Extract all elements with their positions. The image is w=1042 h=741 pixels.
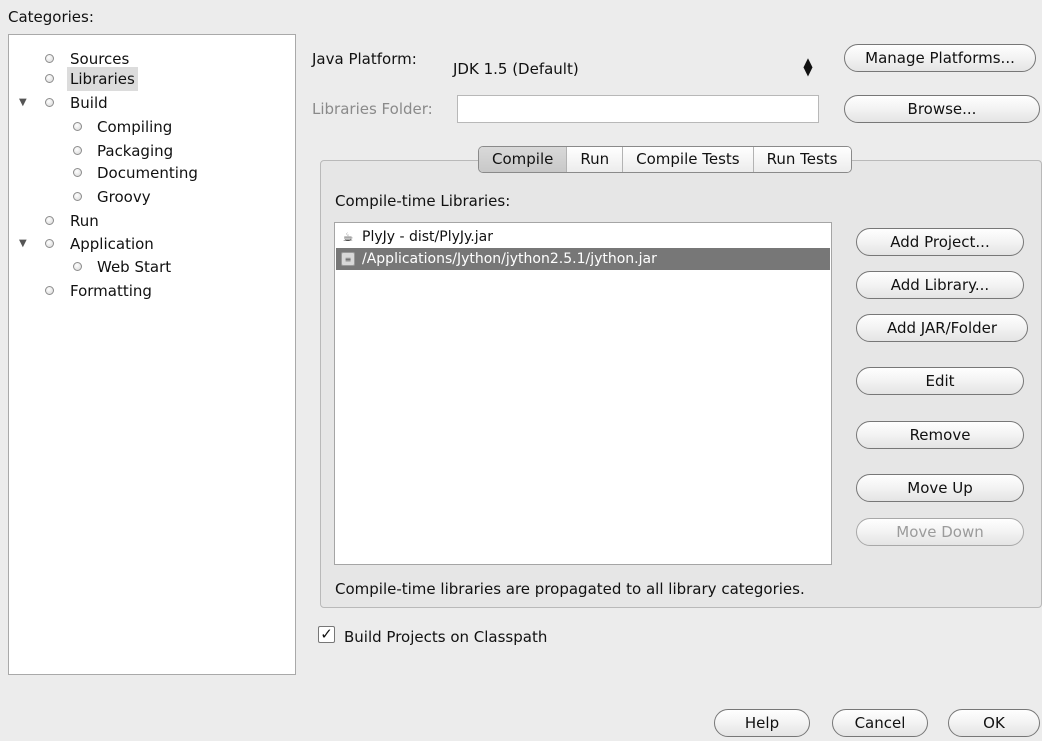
remove-button[interactable]: Remove	[856, 421, 1024, 449]
category-build[interactable]: ▼ Build	[9, 91, 295, 115]
select-arrows-icon[interactable]: ▲ ▼	[802, 56, 814, 77]
tab-run[interactable]: Run	[566, 147, 623, 172]
category-formatting[interactable]: Formatting	[9, 279, 295, 303]
category-libraries[interactable]: Libraries	[9, 67, 295, 91]
checkmark-icon: ✓	[320, 625, 333, 643]
category-application[interactable]: ▼ Application	[9, 232, 295, 256]
category-web-start[interactable]: Web Start	[9, 255, 295, 279]
node-icon	[45, 286, 54, 295]
add-project-button[interactable]: Add Project...	[856, 228, 1024, 256]
category-run[interactable]: Run	[9, 209, 295, 233]
build-projects-label[interactable]: Build Projects on Classpath	[344, 628, 547, 646]
cancel-button[interactable]: Cancel	[832, 709, 928, 737]
ok-button[interactable]: OK	[948, 709, 1040, 737]
java-platform-select[interactable]: JDK 1.5 (Default)	[453, 60, 579, 78]
compile-libraries-label: Compile-time Libraries:	[335, 192, 511, 210]
tab-bar: Compile Run Compile Tests Run Tests	[478, 146, 852, 173]
add-library-button[interactable]: Add Library...	[856, 271, 1024, 299]
help-button[interactable]: Help	[714, 709, 810, 737]
node-icon	[73, 122, 82, 131]
compile-libraries-list[interactable]: ☕ PlyJy - dist/PlyJy.jar ≡ /Applications…	[334, 222, 832, 565]
node-icon	[45, 54, 54, 63]
node-icon	[45, 216, 54, 225]
category-packaging[interactable]: Packaging	[9, 139, 295, 163]
move-down-button: Move Down	[856, 518, 1024, 546]
jar-icon: ≡	[341, 252, 355, 266]
categories-tree[interactable]: Sources Libraries ▼ Build Compiling Pack…	[8, 34, 296, 675]
tab-run-tests[interactable]: Run Tests	[752, 147, 851, 172]
node-icon	[73, 262, 82, 271]
build-projects-checkbox[interactable]: ✓	[318, 626, 335, 643]
libraries-folder-input[interactable]	[457, 95, 819, 123]
libraries-folder-label: Libraries Folder:	[312, 100, 433, 118]
browse-button[interactable]: Browse...	[844, 95, 1040, 123]
move-up-button[interactable]: Move Up	[856, 474, 1024, 502]
node-icon	[45, 239, 54, 248]
node-icon	[45, 74, 54, 83]
node-icon	[73, 146, 82, 155]
expand-triangle-icon[interactable]: ▼	[19, 232, 31, 256]
expand-triangle-icon[interactable]: ▼	[19, 91, 31, 115]
category-groovy[interactable]: Groovy	[9, 185, 295, 209]
category-documenting[interactable]: Documenting	[9, 161, 295, 185]
manage-platforms-button[interactable]: Manage Platforms...	[844, 44, 1036, 72]
add-jar-folder-button[interactable]: Add JAR/Folder	[856, 314, 1028, 342]
edit-button[interactable]: Edit	[856, 367, 1024, 395]
list-item[interactable]: ≡ /Applications/Jython/jython2.5.1/jytho…	[336, 248, 830, 270]
tab-compile-tests[interactable]: Compile Tests	[622, 147, 753, 172]
list-item[interactable]: ☕ PlyJy - dist/PlyJy.jar	[336, 226, 830, 248]
node-icon	[45, 98, 54, 107]
category-compiling[interactable]: Compiling	[9, 115, 295, 139]
coffee-cup-icon: ☕	[342, 230, 354, 244]
java-platform-label: Java Platform:	[312, 50, 417, 68]
node-icon	[73, 168, 82, 177]
categories-label: Categories:	[8, 8, 94, 26]
tab-compile[interactable]: Compile	[479, 147, 567, 172]
node-icon	[73, 192, 82, 201]
compile-libraries-note: Compile-time libraries are propagated to…	[335, 580, 805, 598]
